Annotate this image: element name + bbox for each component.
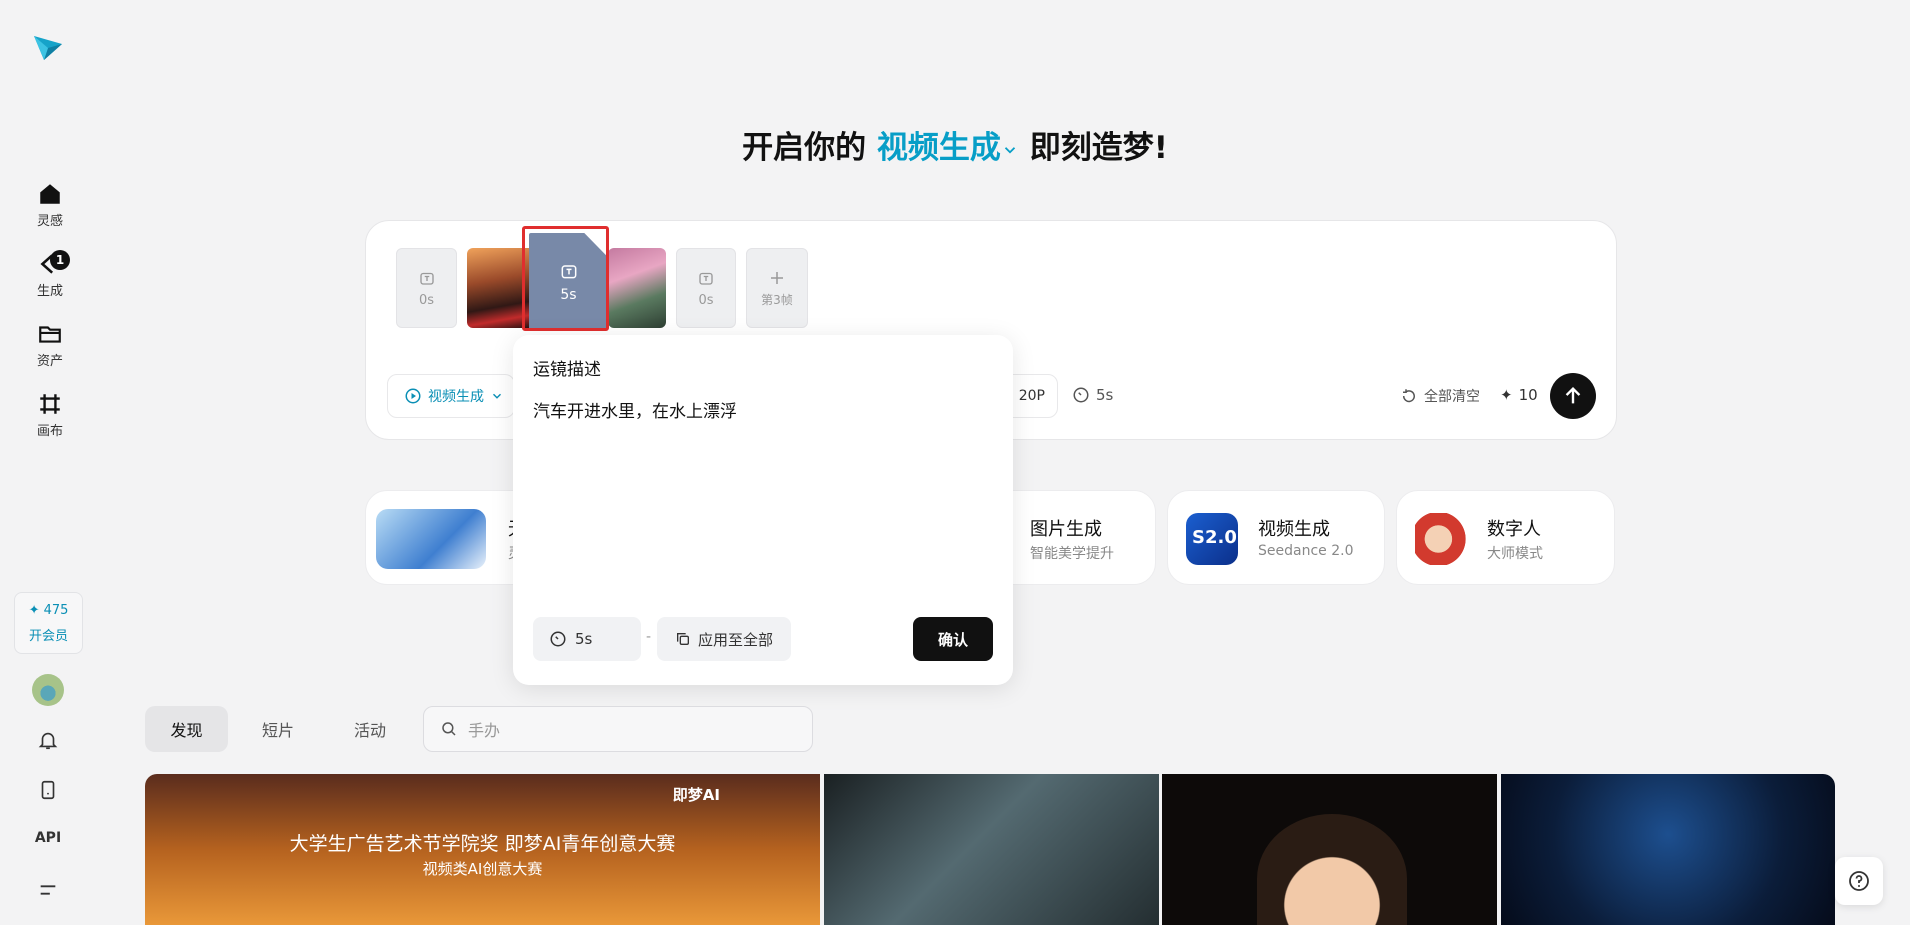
sidebar-item-inspiration[interactable]: 灵感 — [20, 176, 80, 234]
add-frame-label: 第3帧 — [761, 292, 793, 307]
sidebar-item-canvas[interactable]: 画布 — [20, 386, 80, 444]
plus-icon — [771, 271, 783, 284]
card-thumb — [1415, 513, 1467, 565]
separator: - — [646, 629, 652, 645]
notification-badge: 1 — [50, 250, 70, 270]
clear-all-button[interactable]: 全部清空 — [1400, 386, 1480, 406]
credits-balance: ✦ 475 — [28, 602, 69, 618]
card-subtitle: 智能美学提升 — [1030, 546, 1114, 562]
search-icon — [442, 722, 456, 736]
mobile-icon[interactable] — [35, 777, 61, 803]
mode-select[interactable]: 视频生成 — [387, 374, 515, 418]
resolution-label: 20P — [1018, 388, 1045, 404]
mode-dropdown-label: 视频生成 — [876, 130, 1001, 166]
feed-card-image[interactable] — [1501, 774, 1835, 925]
banner-brand: 即梦AI — [672, 786, 720, 804]
feature-card-video[interactable]: S2.0 视频生成 Seedance 2.0 — [1167, 490, 1385, 585]
sidebar-item-label: 生成 — [36, 284, 63, 299]
popover-duration-select[interactable]: 5s — [533, 617, 641, 661]
home-icon — [40, 184, 60, 204]
sidebar-item-generate[interactable]: 1 生成 — [20, 246, 80, 304]
avatar[interactable] — [32, 674, 64, 706]
clock-icon — [550, 631, 566, 647]
popover-title: 运镜描述 — [533, 360, 601, 380]
feed-card-image[interactable] — [824, 774, 1159, 925]
tab-discover[interactable]: 发现 — [145, 706, 228, 752]
sidebar-item-assets[interactable]: 资产 — [20, 316, 80, 374]
sparkle-icon: ✦ — [1500, 386, 1513, 404]
bell-icon[interactable] — [35, 727, 61, 753]
feed-character — [1257, 814, 1407, 925]
frame-duration: 0s — [418, 292, 435, 308]
add-frame-button[interactable]: 第3帧 — [746, 248, 808, 328]
card-subtitle: 大师模式 — [1487, 546, 1543, 562]
credits-value: 475 — [43, 602, 69, 618]
credit-cost: ✦ 10 — [1500, 386, 1538, 404]
card-subtitle: Seedance 2.0 — [1258, 543, 1354, 559]
apply-all-label: 应用至全部 — [697, 630, 773, 649]
card-title: 视频生成 — [1258, 519, 1330, 540]
folder-icon — [39, 326, 61, 343]
copy-icon — [676, 633, 689, 645]
seedance-logo: S2.0 — [1186, 513, 1238, 565]
sidebar-item-label: 资产 — [36, 354, 63, 369]
credit-cost-value: 10 — [1518, 386, 1538, 404]
mode-dropdown[interactable]: 视频生成 — [877, 130, 1019, 166]
title-prefix: 开启你的 — [742, 130, 867, 166]
frame-duration: 0s — [698, 292, 714, 308]
tab-shorts[interactable]: 短片 — [238, 706, 318, 752]
card-title: 图片生成 — [1030, 519, 1102, 540]
search-input[interactable]: 手办 — [423, 706, 813, 752]
sidebar-item-label: 画布 — [36, 424, 63, 439]
credits-card[interactable]: ✦ 475 开会员 — [14, 592, 83, 654]
feed-card-image[interactable] — [1162, 774, 1497, 925]
text-frame-icon — [699, 272, 713, 285]
frame-slot-empty[interactable]: 0s — [396, 248, 457, 328]
page-title: 开启你的 视频生成 即刻造梦! — [0, 122, 1910, 167]
duration-label: 5s — [1096, 386, 1114, 404]
clear-all-label: 全部清空 — [1424, 389, 1480, 405]
canvas-icon — [40, 394, 60, 414]
clock-icon — [1073, 387, 1089, 403]
camera-description-popover: 运镜描述 汽车开进水里，在水上漂浮 5s - 应用至全部 确认 — [513, 335, 1013, 685]
search-placeholder: 手办 — [468, 721, 501, 740]
card-title: 数字人 — [1487, 519, 1541, 540]
popover-duration-label: 5s — [575, 630, 593, 648]
menu-icon[interactable] — [35, 877, 61, 903]
camera-description-input[interactable]: 汽车开进水里，在水上漂浮 — [533, 397, 737, 422]
frame-slot-empty[interactable]: 0s — [676, 248, 736, 328]
video-icon — [405, 388, 421, 404]
chevron-down-icon — [1004, 146, 1016, 154]
help-icon — [1849, 871, 1869, 891]
banner-subtitle: 视频类AI创意大赛 — [422, 860, 543, 878]
help-button[interactable] — [1835, 857, 1883, 905]
card-thumb — [376, 509, 486, 569]
submit-button[interactable] — [1550, 373, 1596, 419]
vip-button[interactable]: 开会员 — [29, 625, 68, 644]
text-frame-icon — [419, 272, 434, 285]
mode-select-label: 视频生成 — [428, 389, 484, 405]
frame-image-blossom[interactable] — [608, 248, 666, 328]
arrow-up-icon — [1565, 386, 1581, 404]
feed-card-banner[interactable]: 即梦AI 大学生广告艺术节学院奖 即梦AI青年创意大赛 视频类AI创意大赛 — [145, 774, 820, 925]
confirm-button[interactable]: 确认 — [913, 617, 993, 661]
reset-icon — [1402, 389, 1415, 403]
title-suffix: 即刻造梦! — [1029, 130, 1168, 166]
tab-activities[interactable]: 活动 — [330, 706, 410, 752]
sidebar-item-label: 灵感 — [36, 214, 63, 229]
logo-icon[interactable] — [30, 30, 66, 66]
chevron-down-icon — [493, 393, 501, 399]
selection-highlight — [522, 226, 609, 331]
feature-card-avatar[interactable]: 数字人 大师模式 — [1396, 490, 1615, 585]
apply-all-button[interactable]: 应用至全部 — [657, 617, 791, 661]
api-link[interactable]: API — [28, 830, 68, 846]
banner-headline: 大学生广告艺术节学院奖 即梦AI青年创意大赛 — [289, 833, 676, 855]
duration-select[interactable]: 5s — [1072, 386, 1113, 404]
